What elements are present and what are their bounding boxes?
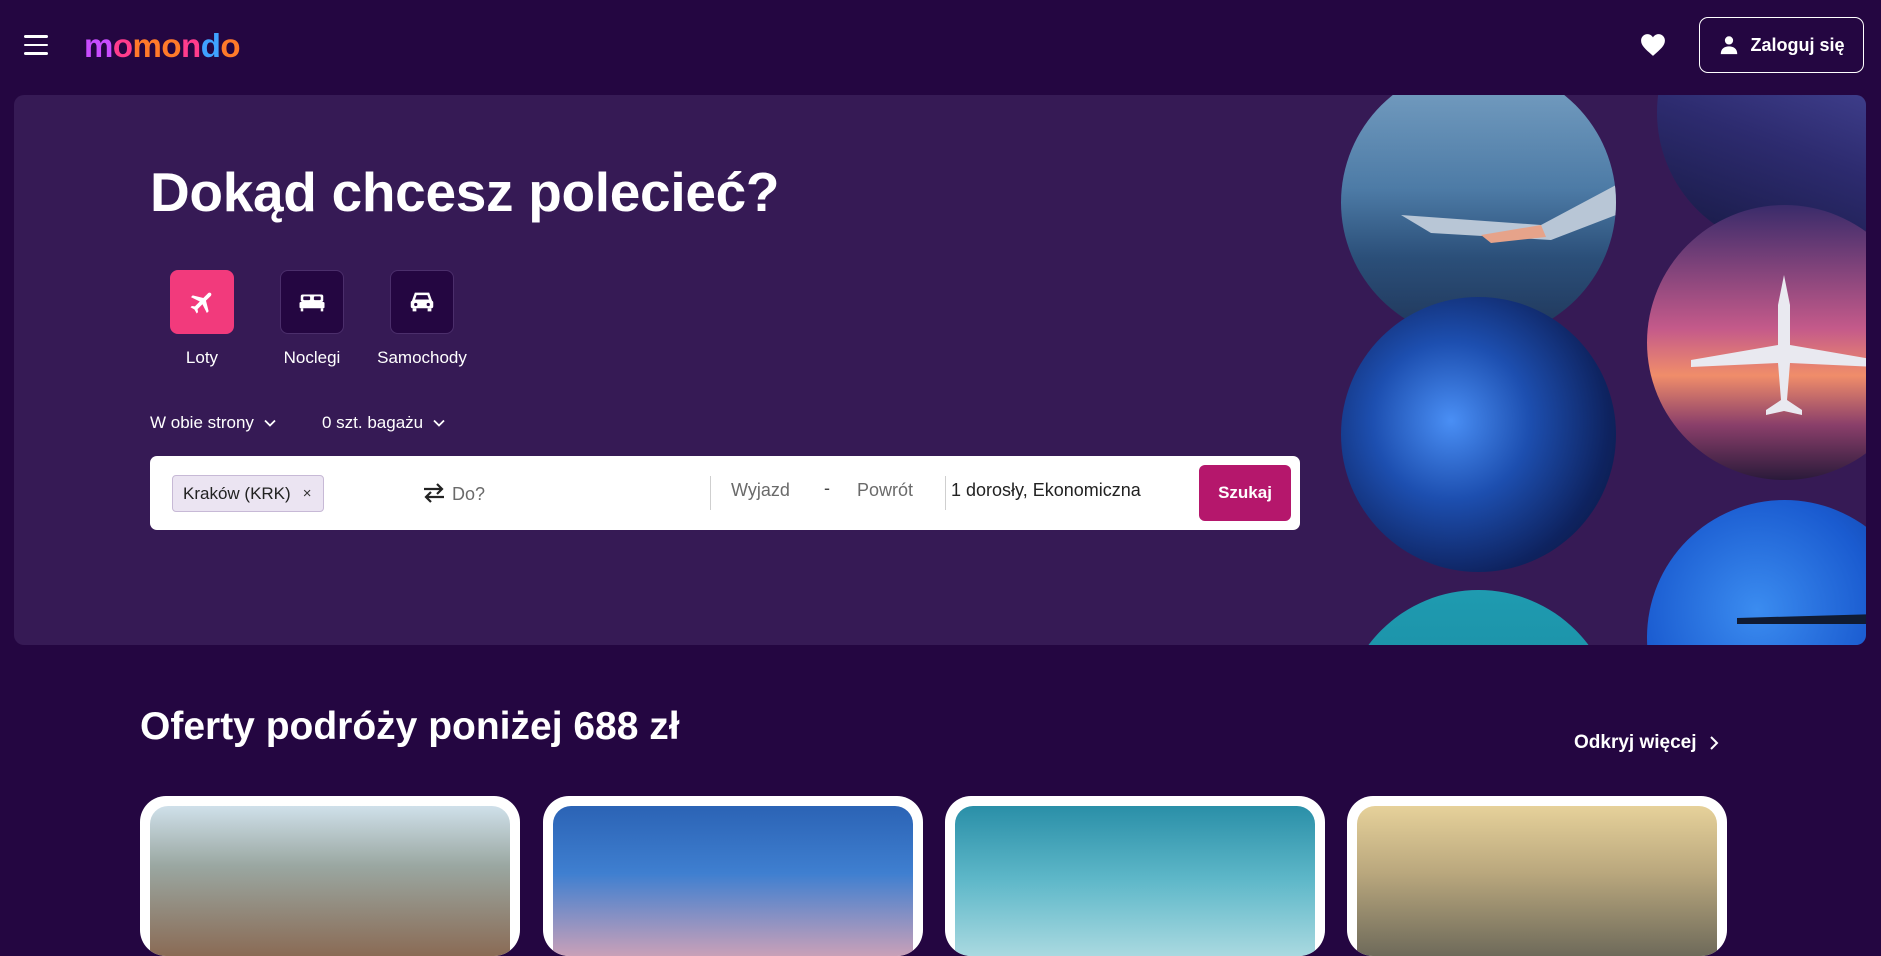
flight-search-form: Kraków (KRK) × Wyjazd - Powrót 1 dorosły… [150, 456, 1300, 530]
deal-card-image [1357, 806, 1717, 956]
deal-card[interactable] [1347, 796, 1727, 956]
hero-photo-cabin-passenger [1341, 297, 1616, 572]
travelers-cabin-selector[interactable]: 1 dorosły, Ekonomiczna [951, 480, 1141, 501]
deal-card[interactable] [543, 796, 923, 956]
search-button[interactable]: Szukaj [1199, 465, 1291, 521]
deal-card[interactable] [945, 796, 1325, 956]
divider [945, 476, 946, 510]
deal-card[interactable] [140, 796, 520, 956]
chevron-down-icon [264, 419, 276, 427]
chevron-right-icon [1709, 736, 1718, 750]
deal-card-image [955, 806, 1315, 956]
swap-icon[interactable] [420, 480, 448, 506]
close-icon[interactable]: × [303, 485, 312, 502]
depart-date-field[interactable]: Wyjazd [731, 480, 790, 501]
hero-photo-plane-sunset [1647, 205, 1866, 480]
top-header: momondo Zaloguj się [0, 0, 1881, 92]
plane-silhouette [1691, 275, 1866, 415]
destination-input[interactable] [450, 474, 694, 514]
login-label: Zaloguj się [1750, 34, 1845, 55]
tab-flights-label: Loty [185, 348, 219, 367]
discover-more-link[interactable]: Odkryj więcej [1574, 732, 1721, 754]
trip-type-dropdown[interactable]: W obie strony [150, 413, 278, 433]
deals-title: Oferty podróży poniżej 688 zł [140, 705, 680, 748]
deal-card-image [553, 806, 913, 956]
discover-more-label: Odkryj więcej [1574, 732, 1697, 753]
bags-value: 0 szt. bagażu [322, 413, 424, 432]
return-date-field[interactable]: Powrót [857, 480, 913, 501]
plane-icon [190, 292, 212, 314]
heart-icon[interactable] [1640, 33, 1666, 57]
origin-chip[interactable]: Kraków (KRK) × [172, 475, 325, 512]
tab-cars-label: Samochody [377, 348, 467, 367]
menu-icon[interactable] [24, 35, 50, 55]
hero-photo-coast [1341, 590, 1616, 645]
plane-silhouette [1737, 614, 1866, 624]
login-button[interactable]: Zaloguj się [1699, 17, 1864, 73]
hero-title: Dokąd chcesz polecieć? [150, 161, 780, 223]
user-icon [1721, 36, 1738, 55]
tab-flights[interactable]: Loty [147, 270, 257, 368]
chevron-down-icon [433, 419, 445, 427]
date-separator: - [824, 478, 830, 498]
momondo-logo[interactable]: momondo [84, 24, 241, 68]
deal-card-image [150, 806, 510, 956]
tab-stays[interactable]: Noclegi [257, 270, 367, 368]
tab-stays-label: Noclegi [283, 348, 341, 367]
tab-cars[interactable]: Samochody [367, 270, 477, 368]
origin-chip-label: Kraków (KRK) [183, 483, 291, 503]
hero-photo-plane-blue-sky [1647, 500, 1866, 645]
divider [710, 476, 711, 510]
car-icon [410, 292, 434, 312]
bags-dropdown[interactable]: 0 szt. bagażu [322, 413, 447, 433]
trip-type-value: W obie strony [150, 413, 254, 432]
hero-section: Dokąd chcesz polecieć? Loty Noclegi Samo… [14, 95, 1866, 645]
bed-icon [299, 294, 325, 312]
